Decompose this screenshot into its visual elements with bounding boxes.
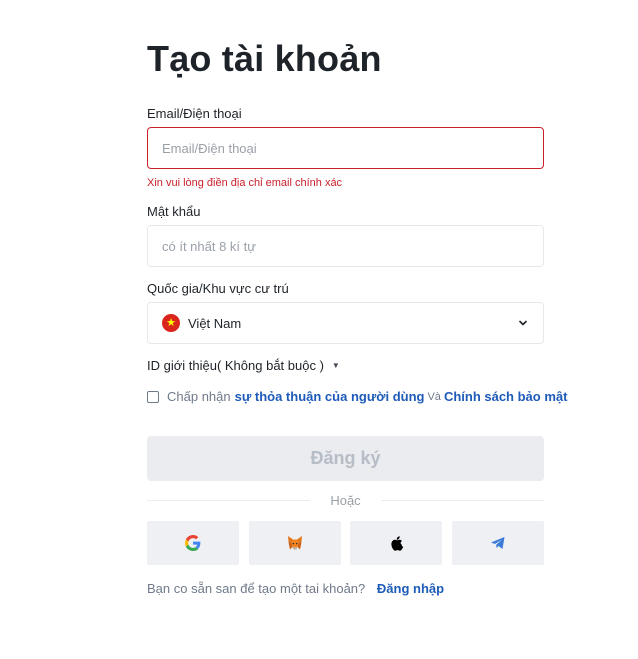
- terms-prefix: Chấp nhận: [167, 389, 231, 404]
- terms-row: Chấp nhận sự thỏa thuận của người dùng V…: [147, 389, 567, 404]
- password-field-wrapper: [147, 225, 544, 267]
- password-field[interactable]: [162, 226, 529, 266]
- metamask-icon: [287, 536, 302, 550]
- chevron-down-icon: [519, 320, 527, 326]
- privacy-policy-link[interactable]: Chính sách bảo mật: [444, 389, 568, 404]
- divider-line-right: [380, 499, 545, 501]
- country-selected-label: Việt Nam: [188, 315, 242, 331]
- telegram-login-button[interactable]: [451, 521, 544, 565]
- login-prompt: Bạn co sẵn san để tạo một tai khoản? Đăn…: [147, 581, 444, 596]
- social-login-row: [147, 521, 544, 565]
- email-field[interactable]: [162, 128, 529, 168]
- user-agreement-link[interactable]: sự thỏa thuận của người dùng: [235, 389, 425, 404]
- page-title: Tạo tài khoản: [147, 38, 382, 79]
- login-prompt-text: Bạn co sẵn san để tạo một tai khoản?: [147, 581, 366, 596]
- terms-checkbox[interactable]: [147, 390, 159, 403]
- country-select[interactable]: ★ Việt Nam: [147, 302, 544, 344]
- google-login-button[interactable]: [147, 521, 239, 565]
- telegram-icon: [490, 537, 505, 549]
- register-button[interactable]: Đăng ký: [147, 436, 544, 481]
- divider-text: Hoặc: [330, 492, 361, 508]
- country-label: Quốc gia/Khu vực cư trú: [147, 281, 289, 296]
- divider-line-left: [147, 499, 311, 501]
- caret-down-icon: ▼: [331, 361, 340, 370]
- email-field-wrapper: [147, 127, 544, 169]
- referral-toggle[interactable]: ID giới thiệu( Không bắt buộc ) ▼: [147, 358, 340, 373]
- google-icon: [185, 535, 201, 551]
- divider: Hoặc: [147, 492, 545, 508]
- login-link[interactable]: Đăng nhập: [377, 581, 444, 596]
- vietnam-flag-icon: ★: [162, 314, 180, 332]
- terms-conjunction: Và: [427, 390, 441, 403]
- email-error-message: Xin vui lòng điền địa chỉ email chính xá…: [147, 177, 343, 189]
- metamask-login-button[interactable]: [248, 521, 341, 565]
- apple-icon: [391, 536, 404, 551]
- password-label: Mật khẩu: [147, 204, 201, 219]
- country-selected: ★ Việt Nam: [162, 314, 241, 332]
- apple-login-button[interactable]: [350, 521, 443, 565]
- email-label: Email/Điện thoại: [147, 106, 242, 121]
- referral-label: ID giới thiệu( Không bắt buộc ): [147, 358, 324, 373]
